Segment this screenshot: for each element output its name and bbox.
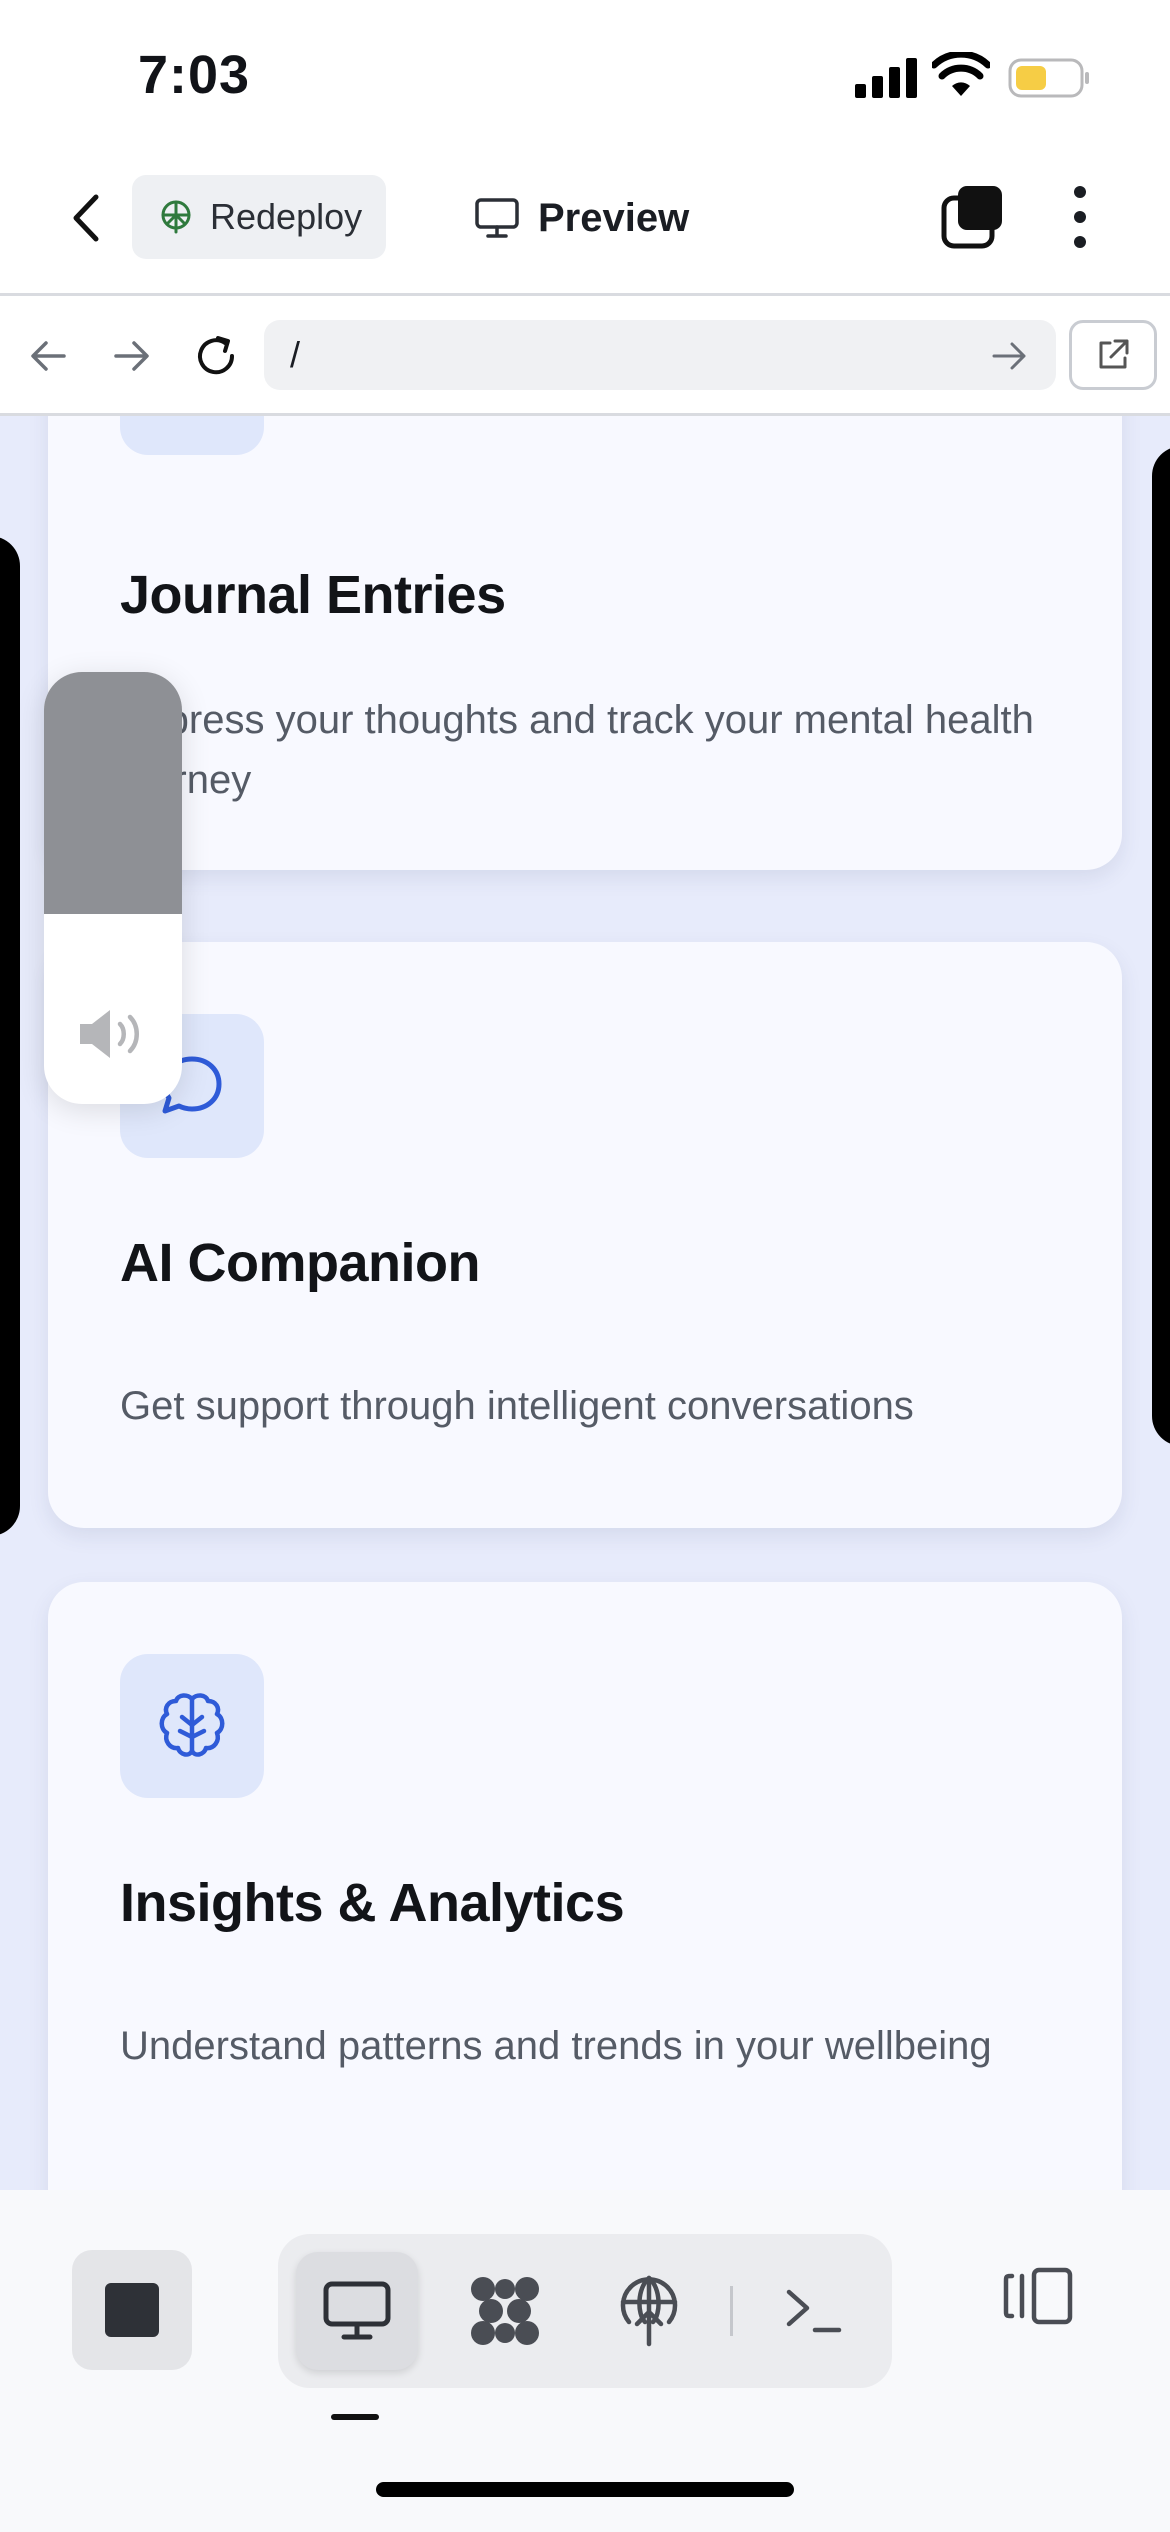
feature-card-insights[interactable]: Insights & Analytics Understand patterns…	[48, 1582, 1122, 2190]
bottom-toolbar	[0, 2190, 1170, 2532]
app-header: Redeploy Preview	[0, 150, 1170, 296]
dot-icon	[1074, 236, 1086, 248]
chevron-left-icon	[73, 194, 99, 242]
feature-card-journal[interactable]: Journal Entries Express your thoughts an…	[48, 416, 1122, 870]
card-description: Express your thoughts and track your men…	[120, 698, 1034, 802]
dot-icon	[1074, 211, 1086, 223]
signal-icon	[855, 58, 917, 98]
browser-forward-button[interactable]	[104, 328, 160, 384]
tool-separator	[730, 2286, 733, 2336]
preview-title: Preview	[474, 186, 689, 250]
go-arrow-icon[interactable]	[990, 338, 1030, 374]
terminal-tool-button[interactable]	[752, 2252, 874, 2370]
url-input[interactable]	[264, 320, 1056, 390]
back-button[interactable]	[56, 188, 116, 248]
status-time: 7:03	[138, 45, 251, 105]
redeploy-button[interactable]: Redeploy	[132, 175, 386, 259]
monitor-icon	[475, 198, 519, 238]
dot-icon	[1074, 186, 1086, 198]
arrow-right-icon	[114, 341, 149, 371]
card-title: Journal Entries	[120, 565, 506, 625]
split-view-icon	[1003, 2267, 1073, 2325]
tabs-icon[interactable]	[940, 184, 1006, 250]
card-description: Get support through intelligent conversa…	[120, 1384, 914, 1428]
preview-viewport[interactable]: Journal Entries Express your thoughts an…	[0, 416, 1170, 2190]
browser-back-button[interactable]	[20, 328, 76, 384]
preview-label: Preview	[538, 195, 690, 240]
volume-level	[44, 672, 182, 914]
monitor-icon	[323, 2281, 391, 2340]
device-edge-right	[1152, 446, 1170, 1446]
active-tab-indicator	[331, 2414, 379, 2420]
stop-icon	[105, 2283, 159, 2337]
brain-icon	[120, 1654, 264, 1798]
more-options-button[interactable]	[1058, 180, 1102, 254]
home-indicator	[376, 2482, 794, 2497]
wifi-icon	[932, 52, 990, 96]
arrow-left-icon	[31, 341, 66, 371]
apps-grid-icon	[471, 2277, 539, 2345]
open-external-button[interactable]	[1069, 320, 1157, 390]
reload-icon	[198, 336, 235, 375]
terminal-icon	[786, 2289, 842, 2333]
card-description: Understand patterns and trends in your w…	[120, 2024, 992, 2068]
speaker-icon	[80, 1010, 139, 1058]
journal-icon	[120, 416, 264, 455]
redeploy-label: Redeploy	[210, 196, 363, 237]
card-title: Insights & Analytics	[120, 1873, 625, 1933]
deploy-icon	[161, 200, 191, 234]
reload-button[interactable]	[188, 328, 244, 384]
url-bar-row	[0, 298, 1170, 416]
apps-tool-button[interactable]	[444, 2252, 566, 2370]
tool-switcher	[278, 2234, 892, 2388]
volume-hud	[44, 672, 182, 1104]
device-edge-left	[0, 536, 20, 1536]
preview-tool-button[interactable]	[296, 2252, 418, 2370]
stop-button[interactable]	[72, 2250, 192, 2370]
deploy-tool-button[interactable]	[588, 2252, 710, 2370]
card-title: AI Companion	[120, 1233, 480, 1293]
external-link-icon	[1099, 339, 1129, 369]
deploy-icon	[620, 2275, 678, 2347]
battery-icon	[1008, 58, 1089, 98]
split-view-button[interactable]	[998, 2256, 1078, 2336]
feature-card-ai-companion[interactable]: AI Companion Get support through intelli…	[48, 942, 1122, 1528]
status-bar: 7:03	[0, 0, 1170, 150]
